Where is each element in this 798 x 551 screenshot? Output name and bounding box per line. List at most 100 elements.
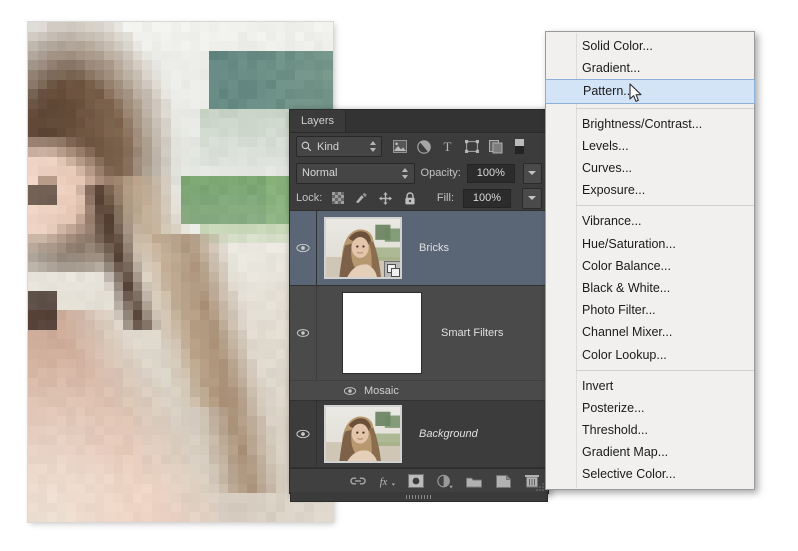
pixel-layer-filter-icon[interactable] (392, 139, 407, 154)
menu-item-selective-color[interactable]: Selective Color... (546, 463, 754, 485)
smart-filters-label: Smart Filters (441, 327, 503, 339)
lock-image-pixels-icon[interactable] (355, 192, 368, 205)
smart-object-filter-icon[interactable] (488, 139, 503, 154)
eye-icon[interactable] (343, 386, 357, 396)
menu-item-channel-mixer[interactable]: Channel Mixer... (546, 321, 754, 343)
resize-grip-icon[interactable] (536, 482, 545, 491)
lock-transparency-icon[interactable] (331, 192, 344, 205)
smart-filters-mask-thumbnail[interactable] (342, 292, 422, 374)
fill-dropdown-button[interactable] (522, 188, 542, 209)
layer-visibility-toggle-background[interactable] (290, 401, 317, 467)
menu-item-label: Curves... (582, 161, 632, 175)
add-layer-mask-icon[interactable] (408, 473, 424, 489)
menu-item-list: Solid Color... Gradient... Pattern... Brigh… (546, 35, 754, 486)
blend-mode-select[interactable]: Normal (296, 163, 415, 184)
lock-all-icon[interactable] (403, 192, 416, 205)
filter-type-icons: T (392, 139, 527, 154)
smart-filter-row-mosaic[interactable]: Mosaic (290, 380, 548, 400)
lock-label: Lock: (296, 192, 322, 204)
type-layer-filter-icon[interactable]: T (440, 139, 455, 154)
layer-name-bricks[interactable]: Bricks (419, 242, 449, 254)
layer-thumbnail-bricks[interactable] (324, 217, 402, 279)
smart-filters-block: Smart Filters Mosaic (290, 286, 548, 401)
layer-style-fx-icon[interactable]: fx (379, 473, 395, 489)
layer-list: Bricks Smart Filters (290, 211, 548, 468)
link-layers-icon[interactable] (350, 473, 366, 489)
menu-item-curves[interactable]: Curves... (546, 157, 754, 179)
new-layer-icon[interactable] (495, 473, 511, 489)
layer-row-background[interactable]: Background (290, 401, 548, 468)
tab-layers-label: Layers (301, 115, 334, 127)
menu-item-posterize[interactable]: Posterize... (546, 397, 754, 419)
menu-item-gradient-map[interactable]: Gradient Map... (546, 441, 754, 463)
menu-item-label: Selective Color... (582, 467, 676, 481)
menu-item-solid-color[interactable]: Solid Color... (546, 35, 754, 57)
menu-item-exposure[interactable]: Exposure... (546, 179, 754, 201)
menu-item-label: Channel Mixer... (582, 325, 672, 339)
menu-item-brightness-contrast[interactable]: Brightness/Contrast... (546, 113, 754, 135)
menu-item-threshold[interactable]: Threshold... (546, 419, 754, 441)
menu-item-photo-filter[interactable]: Photo Filter... (546, 299, 754, 321)
layers-panel: Layers Kind (289, 109, 549, 494)
menu-item-label: Invert (582, 379, 613, 393)
adjustment-layer-filter-icon[interactable] (416, 139, 431, 154)
menu-item-label: Color Lookup... (582, 348, 667, 362)
layer-row-bricks[interactable]: Bricks (290, 211, 548, 286)
menu-item-color-balance[interactable]: Color Balance... (546, 255, 754, 277)
layer-filter-row: Kind T (290, 133, 548, 160)
shape-layer-filter-icon[interactable] (464, 139, 479, 154)
document-canvas[interactable] (28, 22, 333, 522)
photoshop-screen: Layers Kind (0, 0, 798, 551)
menu-item-color-lookup[interactable]: Color Lookup... (546, 343, 754, 365)
menu-item-gradient[interactable]: Gradient... (546, 57, 754, 79)
menu-item-label: Pattern... (583, 84, 634, 98)
menu-item-levels[interactable]: Levels... (546, 135, 754, 157)
fill-input[interactable]: 100% (463, 189, 511, 208)
opacity-dropdown-button[interactable] (523, 163, 542, 184)
menu-item-label: Black & White... (582, 281, 670, 295)
filter-kind-select[interactable]: Kind (296, 136, 382, 157)
svg-text:fx: fx (380, 477, 388, 488)
blend-mode-value: Normal (302, 167, 402, 179)
grip-dots-icon (406, 495, 432, 499)
smart-filters-main-row[interactable]: Smart Filters (290, 286, 548, 380)
layer-name-background[interactable]: Background (419, 428, 478, 440)
menu-item-vibrance[interactable]: Vibrance... (546, 210, 754, 232)
chevron-down-icon (528, 196, 536, 200)
menu-item-hue-saturation[interactable]: Hue/Saturation... (546, 233, 754, 255)
chevron-updown-icon[interactable] (370, 141, 377, 152)
panel-tab-bar: Layers (290, 110, 548, 133)
menu-item-label: Levels... (582, 139, 629, 153)
menu-item-invert[interactable]: Invert (546, 375, 754, 397)
new-group-icon[interactable] (466, 473, 482, 489)
menu-item-label: Gradient Map... (582, 445, 668, 459)
tab-layers[interactable]: Layers (290, 110, 346, 132)
layer-thumbnail-background[interactable] (324, 405, 402, 463)
menu-item-black-white[interactable]: Black & White... (546, 277, 754, 299)
menu-item-label: Exposure... (582, 183, 645, 197)
smart-filters-visibility-toggle[interactable] (290, 286, 317, 380)
menu-separator (576, 205, 754, 206)
lock-icon-group (331, 192, 416, 205)
svg-text:T: T (444, 140, 452, 153)
menu-item-label: Photo Filter... (582, 303, 656, 317)
eye-icon (296, 328, 310, 338)
layers-panel-footer: fx (290, 468, 548, 493)
layer-visibility-toggle-bricks[interactable] (290, 211, 317, 285)
opacity-input[interactable]: 100% (467, 164, 515, 183)
new-adjustment-layer-icon[interactable] (437, 473, 453, 489)
blend-mode-row: Normal Opacity: 100% (290, 160, 548, 186)
menu-item-pattern[interactable]: Pattern... (545, 79, 755, 103)
layers-panel-body: Kind T (290, 133, 548, 468)
new-fill-adjustment-layer-menu: Solid Color... Gradient... Pattern... Brigh… (545, 31, 755, 490)
lock-row: Lock: Fill: 100% (290, 186, 548, 211)
chevron-updown-icon[interactable] (402, 168, 409, 179)
panel-resize-handle[interactable] (290, 492, 548, 502)
menu-item-label: Gradient... (582, 61, 640, 75)
lock-position-icon[interactable] (379, 192, 392, 205)
filter-kind-label: Kind (317, 141, 365, 153)
magnifier-icon (301, 141, 312, 152)
chevron-down-icon (528, 171, 536, 175)
filter-toggle-icon[interactable] (512, 139, 527, 154)
smart-object-badge (384, 261, 400, 277)
